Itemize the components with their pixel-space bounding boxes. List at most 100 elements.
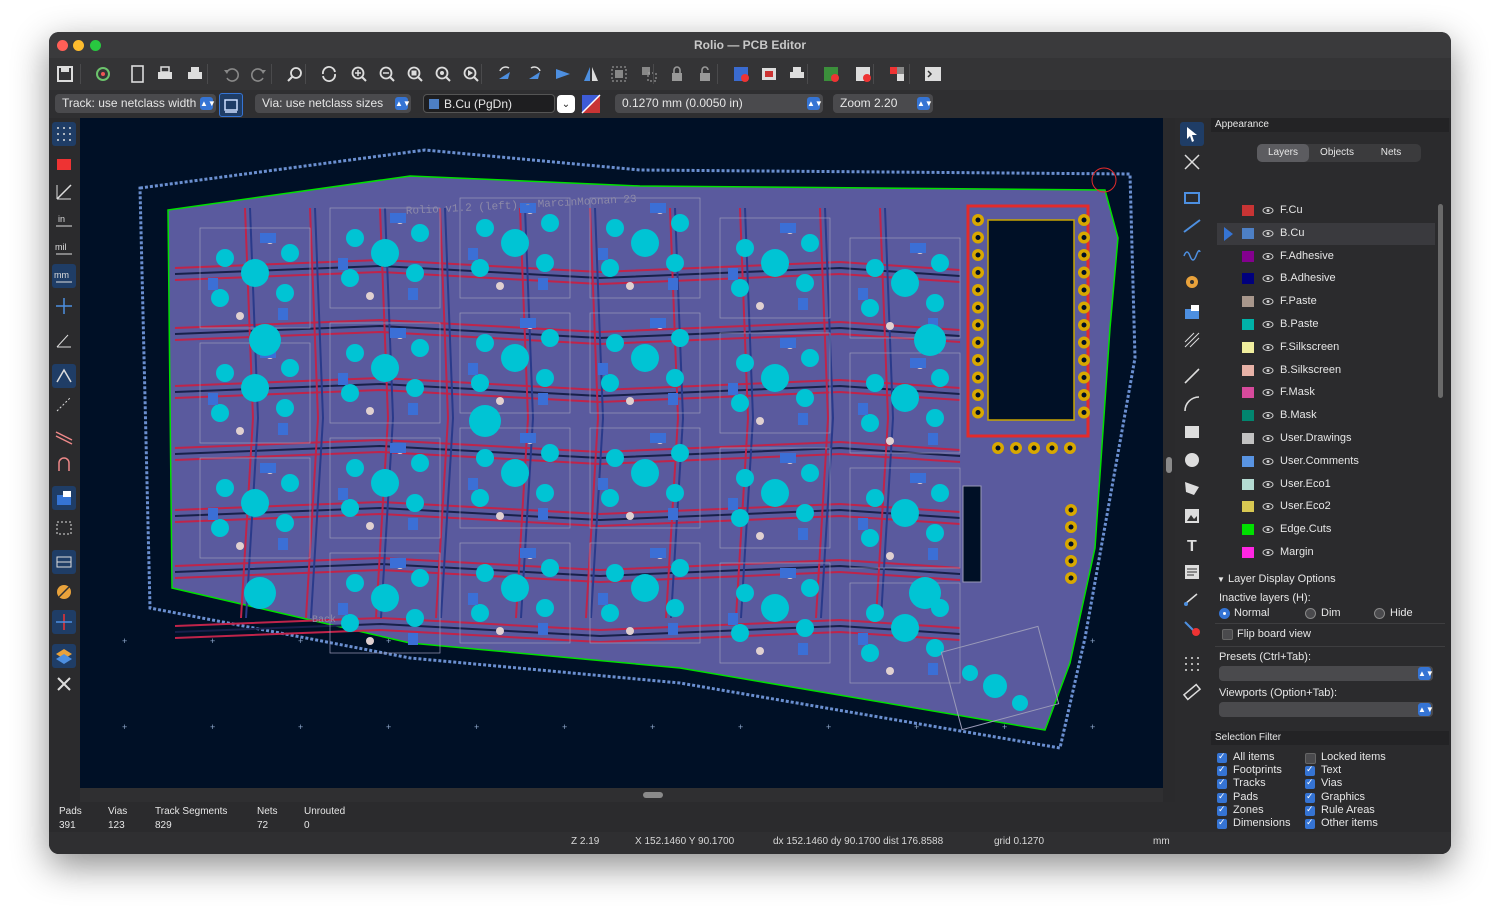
draw-arc-tool[interactable] bbox=[1180, 392, 1204, 416]
layer-row[interactable]: B.Silkscreen bbox=[1217, 360, 1435, 382]
layer-row[interactable]: User.Eco1 bbox=[1217, 474, 1435, 496]
radio-dim[interactable] bbox=[1305, 608, 1316, 619]
undo-button[interactable] bbox=[219, 62, 243, 86]
footprint-editor-button[interactable] bbox=[757, 62, 781, 86]
route-track-tool[interactable] bbox=[1180, 214, 1204, 238]
layer-row[interactable]: F.Paste bbox=[1217, 291, 1435, 313]
filter-checkbox[interactable] bbox=[1217, 751, 1227, 763]
filter-checkbox[interactable] bbox=[1305, 804, 1315, 816]
layer-row[interactable]: User.Comments bbox=[1217, 451, 1435, 473]
cursor-crosshair-tool[interactable] bbox=[52, 294, 76, 318]
layer-color-swatch[interactable] bbox=[1242, 250, 1254, 262]
layer-color-swatch[interactable] bbox=[1242, 205, 1254, 216]
properties-tool[interactable] bbox=[52, 672, 76, 696]
tab-objects[interactable]: Objects bbox=[1311, 144, 1363, 162]
layer-color-swatch[interactable] bbox=[1242, 455, 1254, 467]
eye-icon[interactable] bbox=[1262, 319, 1274, 330]
viewports-select[interactable]: ▲▼ bbox=[1219, 702, 1434, 717]
filter-checkbox[interactable] bbox=[1217, 764, 1227, 777]
high-contrast-tool[interactable] bbox=[52, 610, 76, 634]
add-text-tool[interactable]: T bbox=[1180, 532, 1204, 556]
layer-color-swatch[interactable] bbox=[1242, 478, 1254, 490]
presets-select[interactable]: ▲▼ bbox=[1219, 666, 1434, 681]
add-via-tool[interactable] bbox=[1180, 270, 1204, 294]
zoom-fit-button[interactable] bbox=[403, 62, 427, 86]
footprint-browser-button[interactable] bbox=[785, 62, 809, 86]
eye-icon[interactable] bbox=[1262, 228, 1274, 239]
tab-layers[interactable]: Layers bbox=[1257, 144, 1309, 162]
track-outline-tool[interactable] bbox=[52, 424, 76, 448]
via-size-select[interactable]: Via: use netclass sizes ▲▼ bbox=[255, 94, 411, 113]
route-diff-pair-tool[interactable] bbox=[1180, 242, 1204, 266]
millimeters-tool[interactable]: mm bbox=[52, 264, 76, 288]
zoom-objects-button[interactable] bbox=[431, 62, 455, 86]
eye-icon[interactable] bbox=[1262, 273, 1274, 284]
eye-icon[interactable] bbox=[1262, 433, 1274, 444]
zoom-selection-button[interactable] bbox=[459, 62, 483, 86]
save-button[interactable] bbox=[53, 62, 77, 86]
add-zone-tool[interactable] bbox=[1180, 300, 1204, 324]
layer-color-swatch[interactable] bbox=[1242, 364, 1254, 376]
draw-polygon-tool[interactable] bbox=[1180, 476, 1204, 500]
track-width-select[interactable]: Track: use netclass width ▲▼ bbox=[55, 94, 216, 113]
eye-icon[interactable] bbox=[1262, 387, 1274, 398]
layers-manager-tool[interactable] bbox=[52, 644, 76, 668]
layer-color-swatch[interactable] bbox=[1242, 319, 1254, 330]
board-setup-button[interactable] bbox=[91, 62, 115, 86]
scripting-console-button[interactable] bbox=[921, 62, 945, 86]
layer-row[interactable]: B.Paste bbox=[1217, 314, 1435, 336]
layer-row[interactable]: F.Mask bbox=[1217, 382, 1435, 404]
layer-row[interactable]: Margin bbox=[1217, 542, 1435, 564]
unlock-button[interactable] bbox=[693, 62, 717, 86]
delete-tool-tool[interactable] bbox=[1180, 616, 1204, 640]
layer-pair-button[interactable] bbox=[581, 94, 601, 114]
zone-outline-tool[interactable] bbox=[52, 516, 76, 540]
update-pcb-button[interactable] bbox=[819, 62, 843, 86]
find-button[interactable] bbox=[283, 62, 307, 86]
eye-icon[interactable] bbox=[1262, 365, 1274, 376]
fill-zones-tool[interactable] bbox=[52, 550, 76, 574]
layer-row[interactable]: B.Mask bbox=[1217, 405, 1435, 427]
auto-track-width-button[interactable] bbox=[219, 93, 243, 117]
horizontal-scroll-thumb[interactable] bbox=[643, 792, 663, 798]
page-settings-button[interactable] bbox=[125, 62, 149, 86]
layer-color-swatch[interactable] bbox=[1242, 387, 1254, 399]
eye-icon[interactable] bbox=[1262, 296, 1274, 307]
mils-tool[interactable]: mil bbox=[52, 236, 76, 260]
zone-fill-tool[interactable] bbox=[52, 486, 76, 510]
eye-icon[interactable] bbox=[1262, 479, 1274, 490]
filter-checkbox[interactable] bbox=[1217, 804, 1227, 816]
drc-violations-tool[interactable] bbox=[52, 151, 76, 175]
add-dimension-tool[interactable] bbox=[1180, 588, 1204, 612]
radio-normal[interactable] bbox=[1219, 608, 1230, 619]
ratsnest-curved-tool[interactable] bbox=[52, 364, 76, 388]
eye-icon[interactable] bbox=[1262, 205, 1274, 216]
radio-hide[interactable] bbox=[1374, 608, 1385, 619]
tab-nets[interactable]: Nets bbox=[1365, 144, 1417, 162]
grid-dots-tool[interactable] bbox=[52, 122, 76, 146]
lock-button[interactable] bbox=[665, 62, 689, 86]
layer-color-swatch[interactable] bbox=[1242, 410, 1254, 422]
show-ratsnest-tool[interactable] bbox=[52, 392, 76, 416]
add-image-tool[interactable] bbox=[1180, 504, 1204, 528]
zoom-out-button[interactable] bbox=[375, 62, 399, 86]
layer-color-swatch[interactable] bbox=[1242, 547, 1254, 558]
flip-button[interactable] bbox=[551, 62, 575, 86]
zoom-in-button[interactable] bbox=[347, 62, 371, 86]
eye-icon[interactable] bbox=[1262, 524, 1274, 535]
layer-row[interactable]: Edge.Cuts bbox=[1217, 519, 1435, 541]
layer-list-scroll-thumb[interactable] bbox=[1438, 204, 1443, 398]
print-button[interactable] bbox=[153, 62, 177, 86]
layer-dropdown-button[interactable]: ⌄ bbox=[557, 95, 575, 113]
netlist-button[interactable] bbox=[729, 62, 753, 86]
layer-color-swatch[interactable] bbox=[1242, 433, 1254, 444]
rotate-ccw-button[interactable] bbox=[493, 62, 517, 86]
filter-checkbox[interactable] bbox=[1305, 753, 1316, 764]
vertical-scrollbar[interactable] bbox=[1163, 118, 1175, 802]
local-ratsnest-tool[interactable] bbox=[1180, 150, 1204, 174]
rotate-cw-button[interactable] bbox=[523, 62, 547, 86]
mirror-button[interactable] bbox=[579, 62, 603, 86]
pcb-drawing[interactable]: ++++++++++++++++++++++++Rolio v1.2 (left… bbox=[80, 118, 1163, 788]
redo-button[interactable] bbox=[247, 62, 271, 86]
layer-row[interactable]: B.Cu bbox=[1217, 222, 1435, 245]
